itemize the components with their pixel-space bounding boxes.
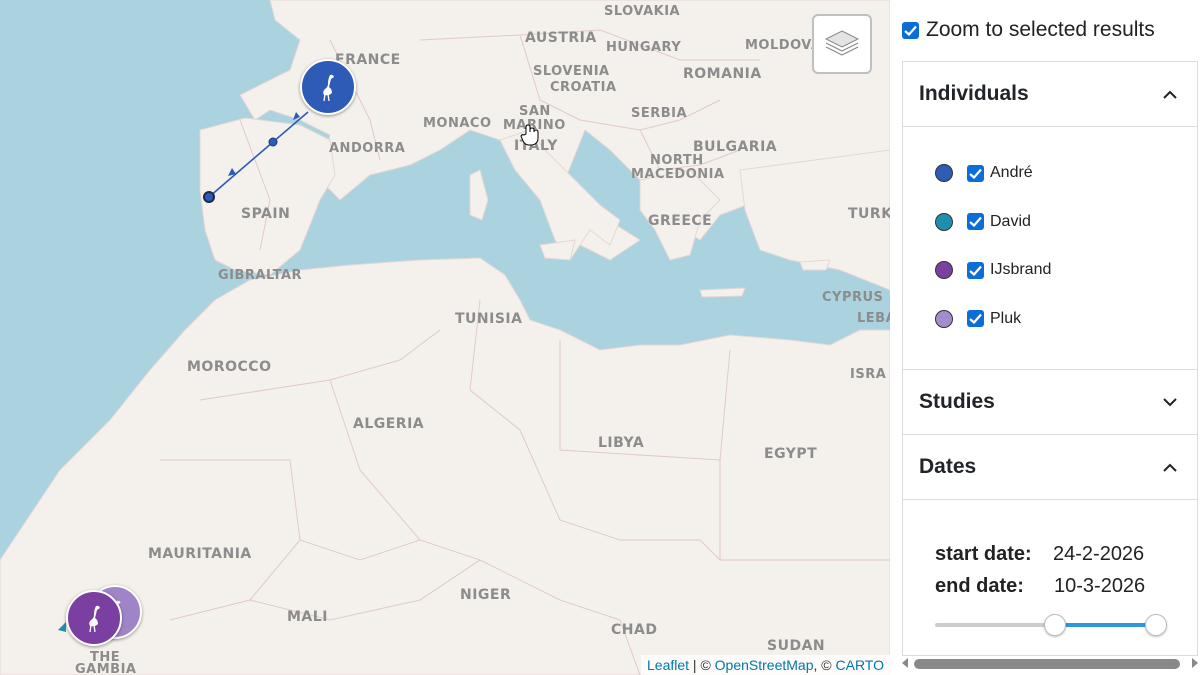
label-mali: MALI <box>287 609 328 625</box>
end-date-row: end date: 10-3-2026 <box>935 570 1197 602</box>
individual-label: Pluk <box>990 309 1022 327</box>
individual-checkbox-andre[interactable] <box>967 164 984 182</box>
date-range-slider[interactable] <box>935 614 1167 636</box>
studies-card: Studies <box>902 369 1198 435</box>
horizontal-scrollbar[interactable] <box>902 657 1198 671</box>
slider-range-fill <box>1054 623 1155 627</box>
label-niger: NIGER <box>460 587 512 603</box>
individual-checkbox-pluk[interactable] <box>967 310 984 328</box>
end-date-value: 10-3-2026 <box>1054 574 1146 597</box>
label-sudan: SUDAN <box>767 638 826 654</box>
dates-title: Dates <box>919 455 977 478</box>
zoom-to-selected-toggle[interactable]: Zoom to selected results <box>902 18 1155 42</box>
label-croatia: CROATIA <box>550 80 617 95</box>
check-icon <box>969 314 982 325</box>
label-monaco: MONACO <box>423 116 492 131</box>
filter-panel: Zoom to selected results Individuals And… <box>890 0 1200 675</box>
individual-checkbox-ijsbrand[interactable] <box>967 261 984 279</box>
label-slovenia: SLOVENIA <box>533 64 610 79</box>
label-israel: ISRA <box>850 367 887 382</box>
individuals-header[interactable]: Individuals <box>903 62 1197 127</box>
label-chad: CHAD <box>611 622 658 638</box>
dates-body: start date: 24-2-2026 end date: 10-3-202… <box>903 500 1197 636</box>
individual-row-andre[interactable]: André <box>903 149 1197 198</box>
label-macedonia: MACEDONIA <box>631 167 725 182</box>
label-turkey: TURK <box>848 206 890 222</box>
label-san: SAN <box>519 104 551 119</box>
individual-label: IJsbrand <box>990 261 1052 279</box>
openstreetmap-link[interactable]: OpenStreetMap <box>715 657 814 673</box>
hand-cursor-icon <box>520 124 539 146</box>
studies-header[interactable]: Studies <box>903 370 1197 434</box>
individuals-title: Individuals <box>919 82 1029 105</box>
chevron-up-icon <box>1163 90 1177 99</box>
slider-start-handle[interactable] <box>1044 614 1067 636</box>
end-date-label: end date: <box>935 574 1024 597</box>
label-romania: ROMANIA <box>683 66 762 82</box>
map-view[interactable]: SLOVAKIA AUSTRIA HUNGARY MOLDOVA FRANCE … <box>0 0 890 675</box>
label-egypt: EGYPT <box>764 446 818 462</box>
check-icon <box>969 217 982 228</box>
label-tunisia: TUNISIA <box>455 311 523 327</box>
layers-control-button[interactable] <box>812 14 872 74</box>
map-attribution: Leaflet | © OpenStreetMap, © CARTO <box>641 655 890 675</box>
label-bulgaria: BULGARIA <box>693 139 778 155</box>
label-north: NORTH <box>650 153 704 168</box>
individual-color-swatch <box>935 309 953 328</box>
individual-color-swatch <box>935 261 953 280</box>
label-slovakia: SLOVAKIA <box>604 4 681 19</box>
individuals-card: Individuals André David IJsbrand Pluk <box>902 61 1198 370</box>
label-cyprus: CYPRUS <box>822 290 884 305</box>
chevron-down-icon <box>1163 397 1177 406</box>
start-date-label: start date: <box>935 542 1032 565</box>
label-andorra: ANDORRA <box>329 141 406 156</box>
individual-checkbox-david[interactable] <box>967 213 984 231</box>
leaflet-link[interactable]: Leaflet <box>647 657 689 673</box>
start-date-value: 24-2-2026 <box>1053 542 1145 565</box>
check-icon <box>969 168 982 179</box>
marker-andre[interactable] <box>300 59 356 115</box>
individual-row-ijsbrand[interactable]: IJsbrand <box>903 246 1197 295</box>
label-morocco: MOROCCO <box>187 359 272 375</box>
label-libya: LIBYA <box>598 435 645 451</box>
chevron-up-icon <box>1163 463 1177 472</box>
label-spain: SPAIN <box>241 206 291 222</box>
slider-end-handle[interactable] <box>1145 614 1167 636</box>
zoom-to-selected-checkbox[interactable] <box>902 21 919 39</box>
label-lebanon: LEBA <box>857 311 890 326</box>
individual-row-pluk[interactable]: Pluk <box>903 295 1197 344</box>
layers-icon <box>824 30 860 56</box>
scroll-right-arrow-icon[interactable] <box>1192 658 1198 668</box>
basemap <box>0 0 890 675</box>
zoom-to-selected-label: Zoom to selected results <box>926 18 1155 41</box>
label-hungary: HUNGARY <box>606 40 682 55</box>
individual-color-swatch <box>935 164 953 183</box>
start-date-row: start date: 24-2-2026 <box>935 538 1197 570</box>
dates-header[interactable]: Dates <box>903 435 1197 500</box>
label-gibraltar: GIBRALTAR <box>218 268 303 283</box>
individuals-list: André David IJsbrand Pluk <box>903 127 1197 343</box>
check-icon <box>904 25 917 36</box>
individual-label: David <box>990 212 1031 230</box>
scroll-left-arrow-icon[interactable] <box>902 658 908 668</box>
label-serbia: SERBIA <box>631 106 688 121</box>
marker-ijsbrand[interactable] <box>66 590 122 646</box>
check-icon <box>969 265 982 276</box>
stork-icon <box>89 605 100 633</box>
label-algeria: ALGERIA <box>353 416 425 432</box>
scrollbar-thumb[interactable] <box>914 659 1180 669</box>
label-mauritania: MAURITANIA <box>148 546 252 562</box>
label-greece: GREECE <box>648 213 713 229</box>
label-austria: AUSTRIA <box>525 30 597 46</box>
stork-icon <box>323 74 334 102</box>
individual-row-david[interactable]: David <box>903 198 1197 247</box>
label-gambia: GAMBIA <box>75 662 137 675</box>
individual-label: André <box>990 164 1033 182</box>
individual-color-swatch <box>935 212 953 231</box>
dates-card: Dates start date: 24-2-2026 end date: 10… <box>902 434 1198 656</box>
studies-title: Studies <box>919 390 995 413</box>
label-moldova: MOLDOVA <box>745 38 822 53</box>
carto-link[interactable]: CARTO <box>836 657 885 673</box>
